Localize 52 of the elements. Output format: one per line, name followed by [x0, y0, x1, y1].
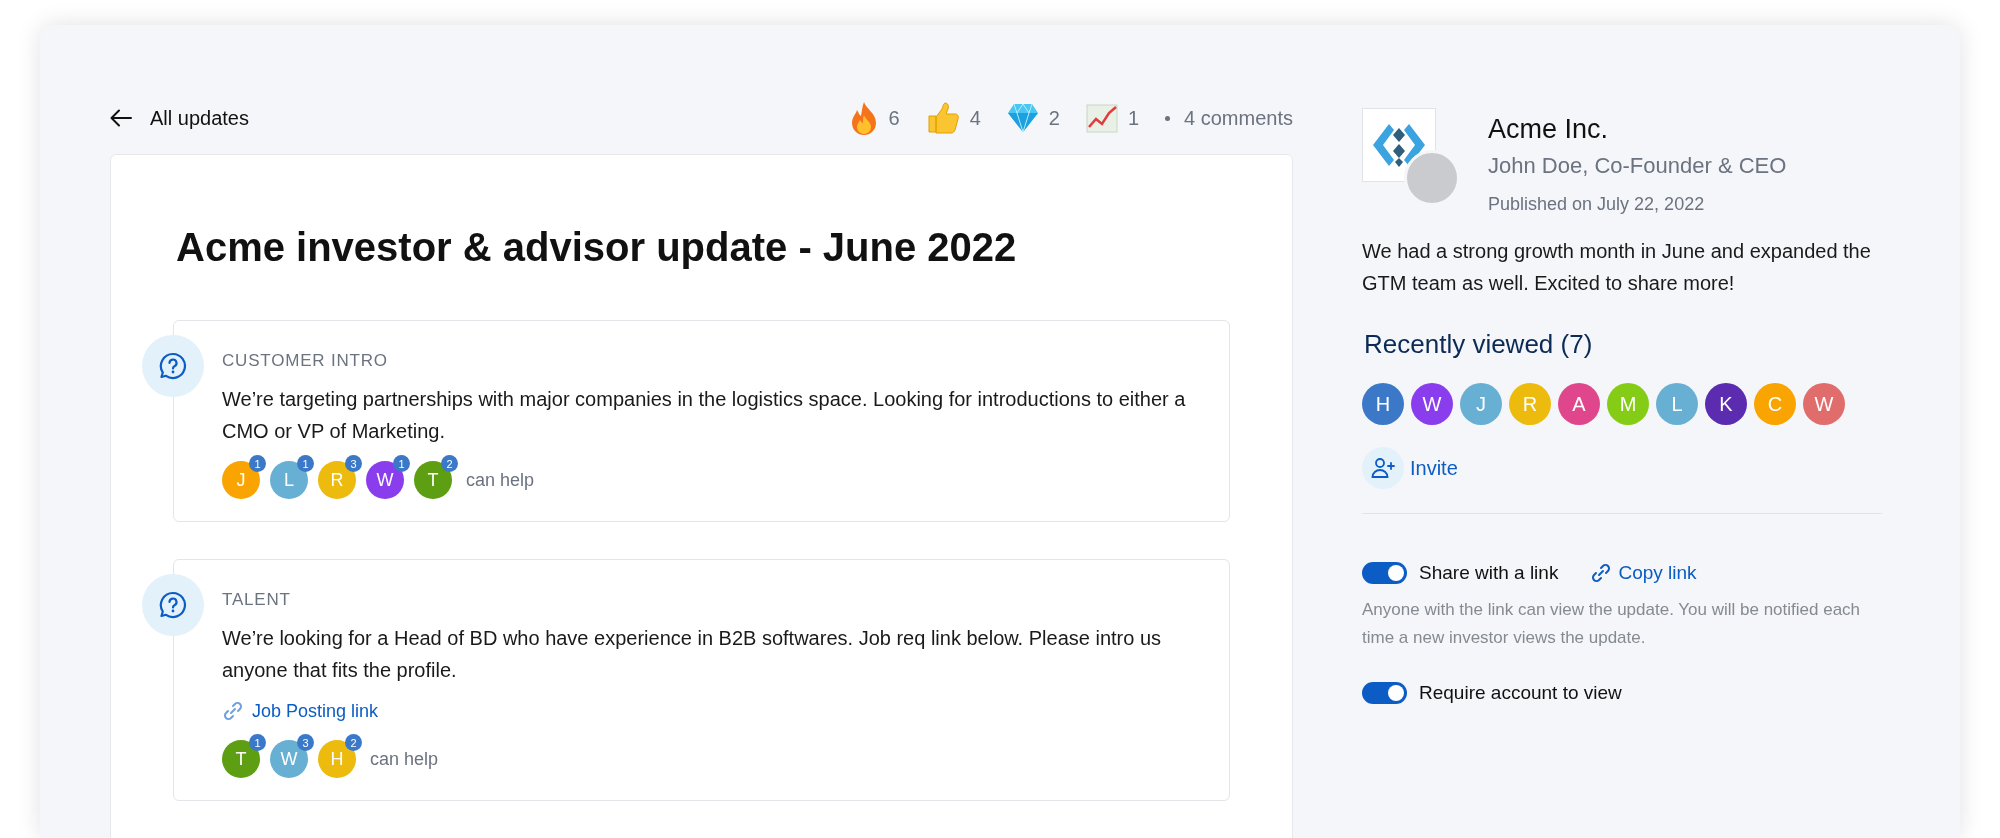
link-icon [222, 700, 244, 722]
can-help-text: can help [466, 469, 535, 491]
section-label: CUSTOMER INTRO [222, 351, 389, 371]
section-text: We’re targeting partnerships with major companies in the logistics space. Looking for introductions to either a CMO or VP of Marketing. [222, 387, 1187, 444]
count-badge: 2 [345, 734, 362, 751]
can-help-text: can help [370, 748, 439, 770]
reaction-button[interactable]: 1 [1085, 103, 1140, 133]
link-icon [1590, 562, 1613, 584]
toggle-switch[interactable] [1362, 682, 1407, 704]
back-link[interactable]: All updates [110, 106, 249, 130]
copy-link[interactable]: Copy link [1590, 562, 1697, 584]
section-label: TALENT [222, 590, 292, 610]
reaction-button[interactable]: 2 [1006, 103, 1060, 133]
setting-label: Require account to view [1419, 682, 1622, 704]
viewer-avatar: W [1803, 383, 1845, 425]
toggle-switch[interactable] [1362, 562, 1407, 584]
back-arrow-icon [110, 109, 132, 127]
viewer-avatar: M [1607, 383, 1649, 425]
viewer-avatar: W [1411, 383, 1453, 425]
update-summary: We had a strong growth month in June and expanded the GTM team as well. Excited to share more! [1362, 239, 1872, 296]
setting-description: Anyone with the link can view the update. You will be notified each time a new investor views the update. [1362, 599, 1862, 649]
count-badge: 1 [249, 734, 266, 751]
setting-label: Share with a link [1419, 562, 1559, 584]
viewer-avatar: K [1705, 383, 1747, 425]
count-badge: 3 [345, 455, 362, 472]
add-person-icon [1371, 457, 1395, 479]
update-title: Acme investor & advisor update - June 2022 [176, 225, 1018, 270]
count-badge: 3 [297, 734, 314, 751]
gem-icon [1006, 103, 1039, 133]
count-badge: 2 [441, 455, 458, 472]
author-name: John Doe, Co-Founder & CEO [1488, 153, 1787, 179]
invite-button[interactable]: Invite [1362, 447, 1458, 489]
viewer-avatar: R [1509, 383, 1551, 425]
viewer-avatar: J [1460, 383, 1502, 425]
section-text: We’re looking for a Head of BD who have experience in B2B softwares. Job req link below. Please intro us anyone that fits the profile. [222, 626, 1163, 683]
viewer-avatar: L [1656, 383, 1698, 425]
separator-dot [1165, 115, 1171, 121]
company-name: Acme Inc. [1488, 114, 1610, 145]
reaction-button[interactable]: 4 [925, 102, 981, 134]
count-badge: 1 [393, 455, 410, 472]
comments-link[interactable]: 4 comments [1184, 106, 1293, 130]
recently-viewed-heading: Recently viewed (7) [1364, 329, 1594, 360]
published-date: Published on July 22, 2022 [1488, 194, 1706, 215]
viewer-avatar: A [1558, 383, 1600, 425]
job-posting-link[interactable]: Job Posting link [222, 700, 379, 722]
count-badge: 1 [297, 455, 314, 472]
reaction-button[interactable]: 6 [848, 101, 900, 135]
thumbs-up-icon [925, 102, 960, 134]
count-badge: 1 [249, 455, 266, 472]
chart-icon [1085, 103, 1118, 133]
viewer-avatar: H [1362, 383, 1404, 425]
viewer-avatar: C [1754, 383, 1796, 425]
